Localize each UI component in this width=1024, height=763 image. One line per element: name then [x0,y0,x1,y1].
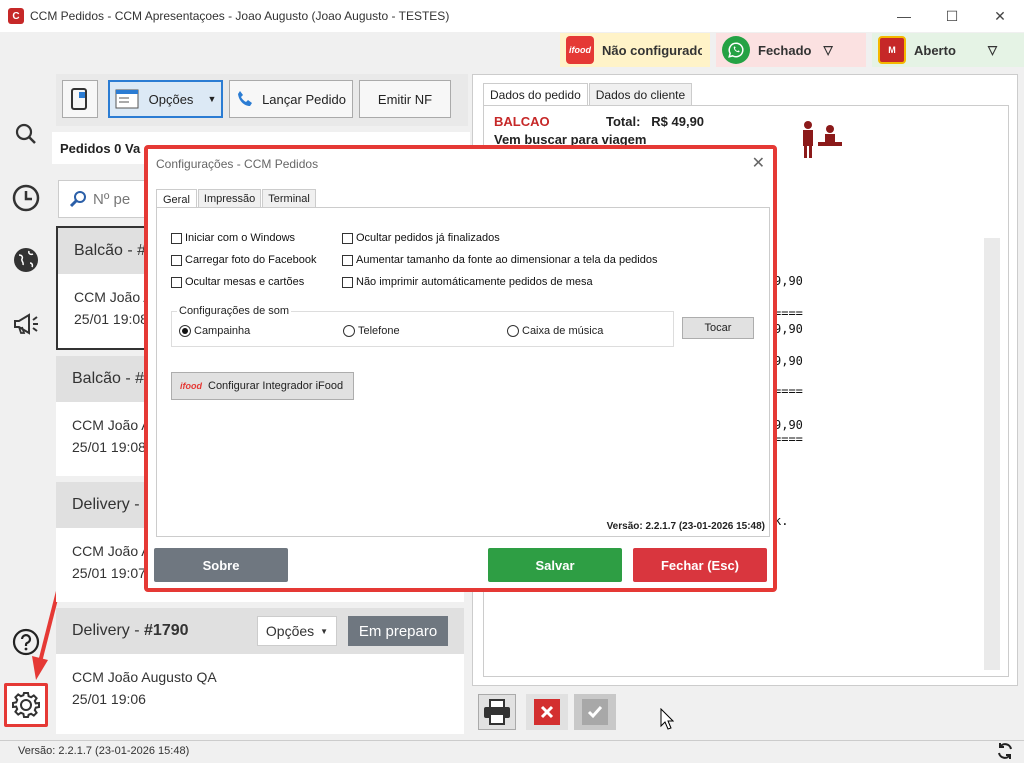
title-bar: C CCM Pedidos - CCM Apresentaçoes - Joao… [0,0,1024,32]
tab-order-data[interactable]: Dados do pedido [483,83,588,107]
caret-down-icon: ▼ [320,626,329,636]
globe-icon[interactable] [10,244,42,276]
dialog-title: Configurações - CCM Pedidos [156,157,319,171]
options-icon [115,89,139,109]
hide-tables-checkbox[interactable]: Ocultar mesas e cartões [171,276,304,288]
whatsapp-status-label: Fechado [758,42,812,58]
phone-icon [238,91,253,106]
order-options-button[interactable]: Opções ▼ [257,616,337,646]
orders-toolbar: Opções ▼ Lançar Pedido Emitir NF [56,74,468,126]
window-title: CCM Pedidos - CCM Apresentaçoes - Joao A… [30,9,450,23]
sound-radio-bell[interactable]: Campainha [179,325,250,337]
store-logo-icon: M [878,36,906,64]
mouse-cursor-icon [660,708,674,730]
store-status[interactable]: M Aberto ▽ [872,33,1024,67]
order-time: 25/01 19:06 [72,691,146,707]
ifood-logo-icon: ifood [566,36,594,64]
start-windows-checkbox[interactable]: Iniciar com o Windows [171,232,295,244]
order-type: BALCAO [494,114,550,129]
history-icon[interactable] [10,182,42,214]
maximize-button[interactable]: ☐ [928,0,976,32]
launch-order-button[interactable]: Lançar Pedido [229,80,353,118]
whatsapp-icon [722,36,750,64]
ifood-status-label: Não configurado [602,42,702,58]
order-customer: CCM João Augusto QA [72,669,217,685]
megaphone-icon[interactable] [10,308,42,340]
caret-down-icon: ▼ [207,94,217,104]
no-print-table-checkbox[interactable]: Não imprimir automáticamente pedidos de … [342,276,593,288]
counter-service-icon [803,121,842,158]
chevron-down-icon[interactable]: ▽ [823,43,832,57]
chevron-down-icon[interactable]: ▽ [988,43,997,57]
hide-finished-checkbox[interactable]: Ocultar pedidos já finalizados [342,232,500,244]
order-search-input[interactable]: Nº pe [58,180,158,218]
configure-ifood-button[interactable]: ifood Configurar Integrador iFood [171,372,354,400]
device-button[interactable] [62,80,98,118]
gear-icon [12,692,40,718]
check-icon [582,699,608,725]
ifood-logo-icon: ifood [180,381,202,391]
status-bar: Versão: 2.2.1.7 (23-01-2026 15:48) [0,740,1024,763]
search-icon [69,191,86,208]
order-status-button[interactable]: Em preparo [348,616,448,646]
sound-settings-label: Configurações de som [177,305,292,317]
print-button[interactable] [478,694,516,730]
ifood-status[interactable]: ifood Não configurado [560,33,710,67]
refresh-icon[interactable] [996,742,1014,760]
dialog-version: Versão: 2.2.1.7 (23-01-2026 15:48) [606,521,765,532]
sound-radio-music-box[interactable]: Caixa de música [507,325,603,337]
printer-icon [484,699,510,725]
close-icon [534,699,560,725]
order-total: Total: R$ 49,90 [606,114,705,129]
detail-scrollbar[interactable] [984,238,1000,670]
dialog-close-icon[interactable]: ✕ [752,153,765,173]
confirm-order-button[interactable] [574,694,616,730]
sound-radio-phone[interactable]: Telefone [343,325,400,337]
options-button[interactable]: Opções ▼ [108,80,223,118]
save-button[interactable]: Salvar [488,548,622,582]
tab-customer-data[interactable]: Dados do cliente [588,83,693,107]
increase-font-checkbox[interactable]: Aumentar tamanho da fonte ao dimensionar… [342,254,657,266]
facebook-photo-checkbox[interactable]: Carregar foto do Facebook [171,254,316,266]
order-card[interactable]: Delivery - #1790 CCM João Augusto QA 25/… [56,608,464,734]
settings-button[interactable] [4,683,48,727]
cancel-order-button[interactable] [526,694,568,730]
about-button[interactable]: Sobre [154,548,288,582]
settings-dialog: Configurações - CCM Pedidos ✕ Geral Impr… [144,145,777,592]
emit-nf-button[interactable]: Emitir NF [359,80,451,118]
device-icon [71,88,87,110]
play-sound-button[interactable]: Tocar [682,317,754,339]
minimize-button[interactable]: — [880,0,928,32]
search-icon[interactable] [10,118,42,150]
close-dialog-button[interactable]: Fechar (Esc) [633,548,767,582]
store-status-label: Aberto [914,42,956,58]
app-logo-icon: C [8,8,24,24]
close-window-button[interactable]: ✕ [976,0,1024,32]
whatsapp-status[interactable]: Fechado ▽ [716,33,866,67]
